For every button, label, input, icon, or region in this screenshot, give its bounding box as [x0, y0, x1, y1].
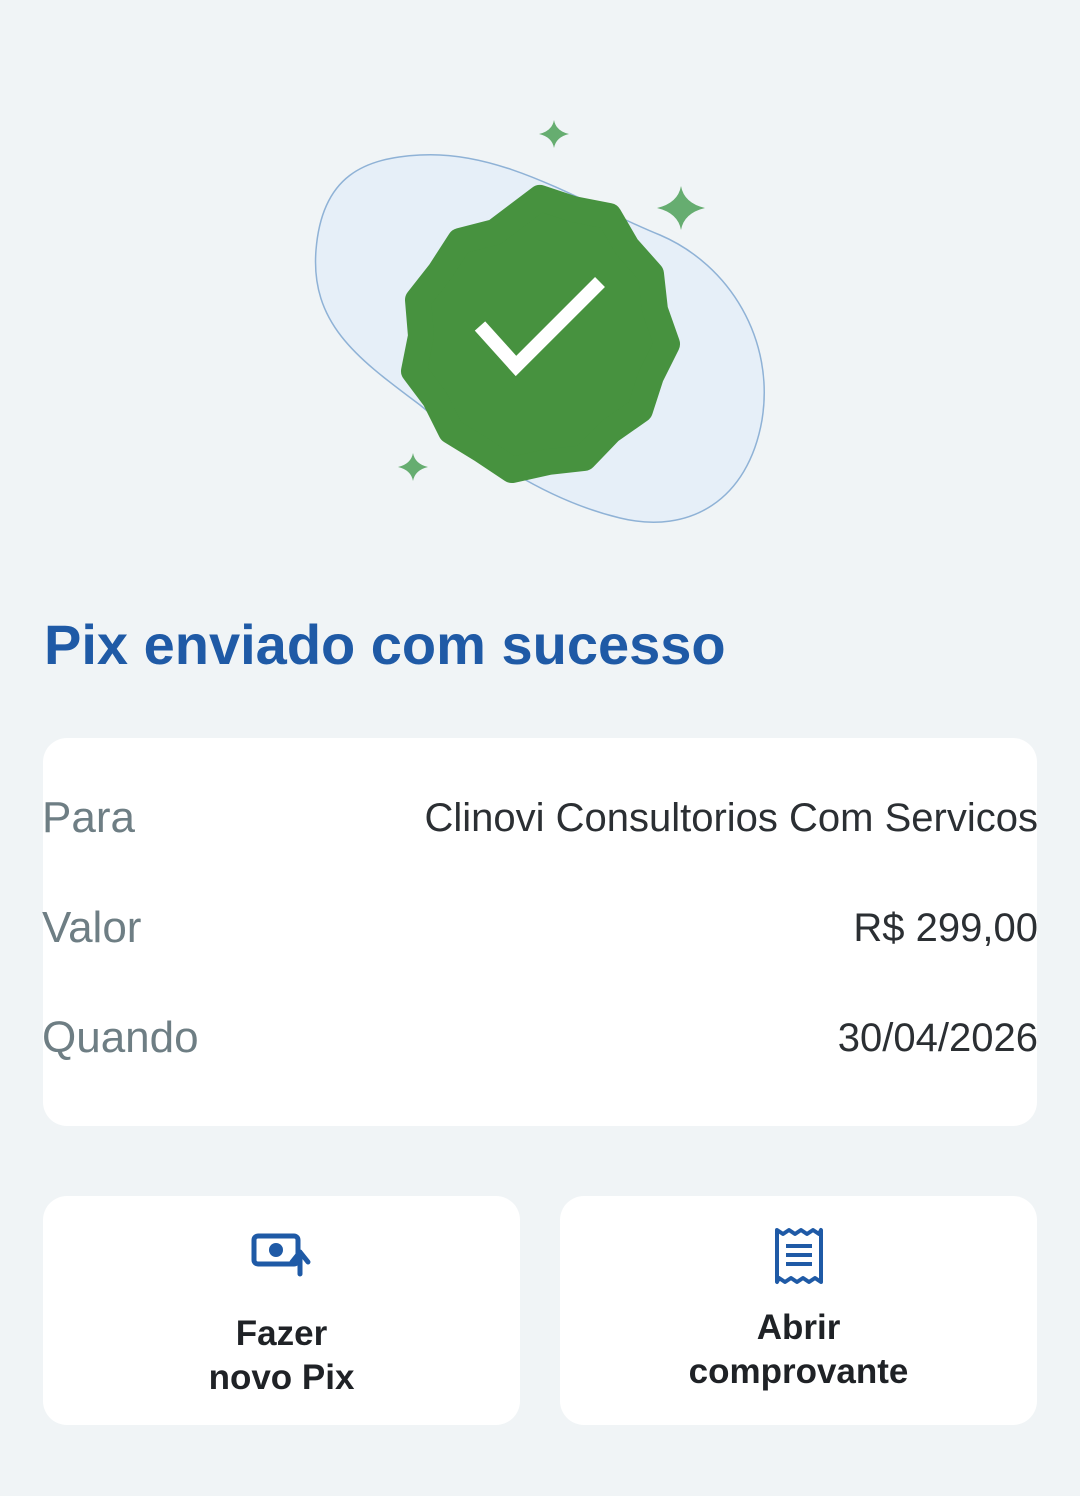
- open-receipt-button[interactable]: Abrir comprovante: [560, 1196, 1037, 1425]
- success-illustration: [314, 120, 765, 523]
- detail-row-valor: Valor R$ 299,00: [42, 898, 1038, 958]
- sparkle-icon: [398, 453, 428, 481]
- recipient-name: Clinovi Consultorios Com Servicos: [424, 795, 1038, 840]
- page-title: Pix enviado com sucesso: [44, 613, 726, 676]
- open-receipt-label: Abrir comprovante: [560, 1306, 1037, 1394]
- success-badge-icon: [401, 185, 680, 483]
- send-money-icon: [251, 1233, 310, 1277]
- sparkle-icon: [539, 120, 569, 148]
- detail-label: Para: [42, 793, 135, 842]
- new-pix-label-line1: Fazer: [235, 1314, 328, 1353]
- detail-row-para: Para Clinovi Consultorios Com Servicos: [42, 788, 1038, 848]
- new-pix-label-line2: novo Pix: [208, 1358, 355, 1397]
- detail-label: Quando: [42, 1013, 199, 1062]
- sparkle-icon: [657, 186, 705, 230]
- open-receipt-label-line2: comprovante: [688, 1352, 909, 1391]
- open-receipt-label-line1: Abrir: [756, 1308, 841, 1347]
- new-pix-label: Fazer novo Pix: [43, 1312, 520, 1400]
- detail-label: Valor: [42, 903, 142, 952]
- amount-value: R$ 299,00: [853, 905, 1038, 950]
- new-pix-button[interactable]: Fazer novo Pix: [43, 1196, 520, 1425]
- detail-row-quando: Quando 30/04/2026: [42, 1008, 1038, 1068]
- receipt-icon: [774, 1228, 823, 1284]
- date-value: 30/04/2026: [837, 1015, 1038, 1060]
